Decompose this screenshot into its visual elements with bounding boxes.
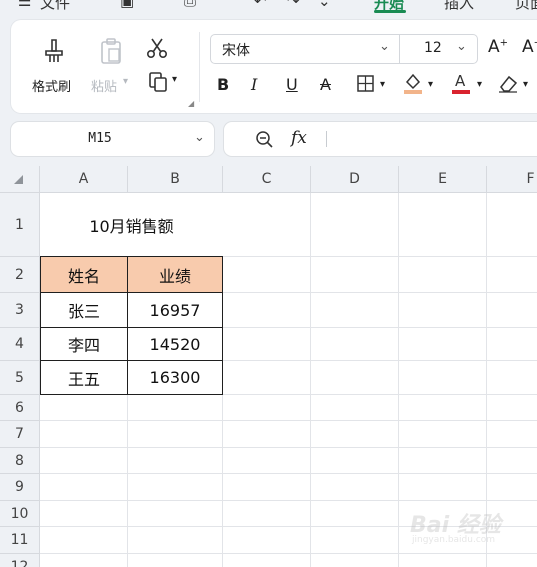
formula-divider xyxy=(326,131,327,147)
font-color-icon[interactable]: A xyxy=(450,71,472,95)
table-cell-name[interactable]: 李四 xyxy=(40,327,128,361)
row-header-1[interactable]: 1 xyxy=(0,193,40,257)
table-cell-name[interactable]: 王五 xyxy=(40,360,128,395)
svg-text:A: A xyxy=(455,72,466,90)
name-box[interactable]: M15 ⌄ xyxy=(11,122,214,156)
row-header-7[interactable]: 7 xyxy=(0,421,40,448)
insert-function-icon[interactable]: fx xyxy=(291,128,307,148)
select-all-corner[interactable] xyxy=(0,166,40,193)
active-tab-indicator xyxy=(374,10,406,13)
font-name-dropdown-icon[interactable]: ⌄ xyxy=(379,39,390,54)
cut-icon[interactable] xyxy=(145,36,169,60)
row-header-6[interactable]: 6 xyxy=(0,395,40,421)
font-box-divider xyxy=(399,35,400,63)
gridline xyxy=(40,473,537,474)
sheet-title-cell[interactable]: 10月销售额 xyxy=(40,193,223,257)
clear-format-icon[interactable] xyxy=(497,72,519,94)
font-selector[interactable]: 宋体 ⌄ 12 ⌄ xyxy=(210,34,478,64)
font-name-field[interactable]: 宋体 xyxy=(222,40,250,60)
column-header-e[interactable]: E xyxy=(399,166,487,193)
paste-dropdown-icon: ▾ xyxy=(123,76,129,87)
menu-icon[interactable]: ☰ xyxy=(18,0,31,10)
paste-label: 粘贴 xyxy=(91,80,118,95)
zoom-formula-icon[interactable] xyxy=(254,129,274,149)
row-header-2[interactable]: 2 xyxy=(0,257,40,293)
column-header-a[interactable]: A xyxy=(40,166,128,193)
more-icon[interactable]: ⌄ xyxy=(318,0,331,10)
row-header-10[interactable]: 10 xyxy=(0,501,40,527)
dialog-launcher-icon[interactable]: ◢ xyxy=(188,99,194,108)
font-color-dropdown-icon[interactable]: ▾ xyxy=(477,72,482,96)
paste-icon xyxy=(96,36,126,66)
row-header-11[interactable]: 11 xyxy=(0,527,40,554)
table-cell-value[interactable]: 16957 xyxy=(127,292,223,328)
table-cell-value[interactable]: 14520 xyxy=(127,327,223,361)
menu-file[interactable]: 文件 xyxy=(40,0,70,13)
name-box-value[interactable]: M15 xyxy=(11,131,189,146)
column-header-d[interactable]: D xyxy=(311,166,399,193)
clear-format-dropdown-icon[interactable]: ▾ xyxy=(523,72,528,96)
redo-icon[interactable]: ↷ xyxy=(287,0,300,10)
border-dropdown-icon[interactable]: ▾ xyxy=(380,72,385,96)
table-cell-name[interactable]: 张三 xyxy=(40,292,128,328)
gridline xyxy=(398,193,399,567)
table-cell-value[interactable]: 16300 xyxy=(127,360,223,395)
italic-icon[interactable]: I xyxy=(251,72,257,96)
column-header-f[interactable]: F xyxy=(487,166,537,193)
formula-bar[interactable]: fx xyxy=(224,122,537,156)
row-header-5[interactable]: 5 xyxy=(0,361,40,395)
tab-insert[interactable]: 插入 xyxy=(444,0,474,13)
print-icon[interactable]: ⎙ xyxy=(184,0,196,10)
row-header-4[interactable]: 4 xyxy=(0,328,40,361)
baidu-watermark: Bai 经验 jingyan.baidu.com xyxy=(410,505,535,550)
underline-icon[interactable]: U xyxy=(286,72,298,96)
menu-bar: ☰ 文件 ▣ ⎙ ↶ ↷ ⌄ 开始 插入 页面 xyxy=(0,0,537,14)
ribbon-divider xyxy=(199,32,200,102)
font-size-dropdown-icon[interactable]: ⌄ xyxy=(456,39,467,54)
column-header-b[interactable]: B xyxy=(128,166,223,193)
format-painter-label[interactable]: 格式刷 xyxy=(32,76,71,95)
copy-icon[interactable] xyxy=(147,70,169,94)
row-header-8[interactable]: 8 xyxy=(0,448,40,474)
gridline xyxy=(310,193,311,567)
decrease-font-icon[interactable]: A− xyxy=(522,37,537,57)
table-header-name[interactable]: 姓名 xyxy=(40,256,128,293)
fill-color-icon[interactable] xyxy=(402,71,424,95)
fill-color-dropdown-icon[interactable]: ▾ xyxy=(428,72,433,96)
table-header-performance[interactable]: 业绩 xyxy=(127,256,223,293)
name-box-dropdown-icon[interactable]: ⌄ xyxy=(194,130,205,145)
row-header-9[interactable]: 9 xyxy=(0,474,40,501)
select-all-icon[interactable] xyxy=(14,175,23,184)
font-size-field[interactable]: 12 xyxy=(424,40,442,56)
gridline xyxy=(40,447,537,448)
gridline xyxy=(40,553,537,554)
ribbon-panel: 格式刷 粘贴 ▾ ▾ ◢ 宋体 ⌄ 12 ⌄ A+ A− B I U A ▾ ▾… xyxy=(11,20,537,113)
copy-dropdown-icon[interactable]: ▾ xyxy=(172,74,177,85)
gridline xyxy=(40,420,537,421)
undo-icon[interactable]: ↶ xyxy=(254,0,267,10)
row-header-3[interactable]: 3 xyxy=(0,293,40,328)
increase-font-icon[interactable]: A+ xyxy=(488,37,508,57)
watermark-subtext: jingyan.baidu.com xyxy=(412,535,496,545)
bold-icon[interactable]: B xyxy=(217,72,229,96)
tab-page[interactable]: 页面 xyxy=(515,0,537,13)
row-header-12[interactable]: 12 xyxy=(0,554,40,567)
gridline xyxy=(40,500,537,501)
save-icon[interactable]: ▣ xyxy=(120,0,134,10)
border-icon[interactable] xyxy=(356,74,374,92)
strikethrough-icon[interactable]: A xyxy=(320,72,331,96)
column-header-c[interactable]: C xyxy=(223,166,311,193)
format-painter-icon[interactable] xyxy=(39,36,69,66)
